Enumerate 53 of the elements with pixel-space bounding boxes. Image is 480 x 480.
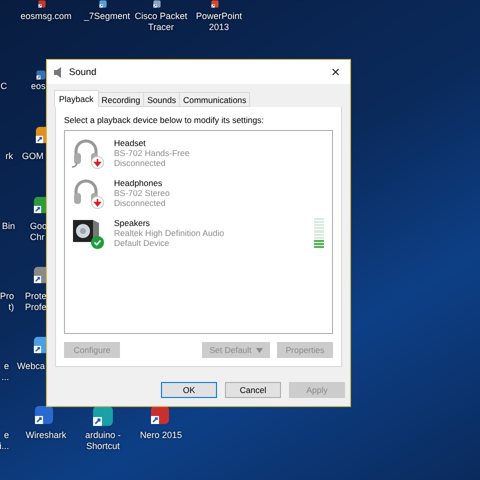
desktop-icon-label[interactable]: GOM — [22, 151, 44, 162]
tab[interactable]: Recording — [98, 92, 144, 107]
desktop-icon-label[interactable]: e — [4, 361, 9, 372]
tab[interactable]: Playback — [54, 90, 98, 107]
shortcut-icon[interactable] — [99, 0, 107, 8]
device-name[interactable]: Headset — [114, 138, 324, 148]
device-name[interactable]: Headphones — [114, 178, 324, 188]
device-status: Disconnected — [114, 198, 167, 208]
desktop-icon-label[interactable]: t) — [8, 302, 14, 313]
desktop-icon-label[interactable]: eosmsg.com — [20, 11, 72, 22]
desktop-icon-label[interactable]: Profe — [25, 302, 47, 313]
desktop-icon-label[interactable]: Pro — [0, 291, 14, 302]
tab[interactable]: Sounds — [143, 92, 180, 107]
speaker-icon — [53, 66, 63, 78]
tab[interactable]: Communications — [179, 92, 250, 107]
desktop-icon-label[interactable]: eos — [31, 81, 46, 92]
device-detail: Realtek High Definition Audio — [114, 228, 226, 238]
desktop-icon-label[interactable]: Wireshark — [26, 430, 66, 441]
shortcut-icon[interactable] — [38, 0, 46, 8]
desktop-icon-label[interactable]: ... — [1, 372, 9, 383]
shortcut-icon[interactable] — [153, 0, 161, 8]
desktop-icon-label[interactable]: e — [4, 430, 9, 441]
shortcut-icon[interactable] — [92, 405, 114, 427]
desktop-icon-label[interactable]: Shortcut — [86, 441, 120, 452]
desktop-icon-label[interactable]: 2013 — [208, 22, 230, 33]
shortcut-icon[interactable] — [211, 0, 219, 8]
device-detail: BS-702 Stereo — [114, 188, 171, 198]
shortcut-icon[interactable] — [150, 405, 170, 425]
desktop-icon-label[interactable]: Prote — [25, 291, 47, 302]
device-status: Default Device — [114, 238, 170, 248]
device-detail: BS-702 Hands-Free — [114, 148, 191, 158]
close-button[interactable]: × — [327, 64, 344, 80]
shortcut-icon[interactable] — [36, 70, 46, 80]
dialog-button[interactable]: Cancel — [225, 382, 281, 398]
device-status: Disconnected — [114, 158, 167, 168]
desktop-icon-label[interactable]: arduino - — [85, 430, 121, 441]
desktop-icon-label[interactable]: PowerPoint — [196, 11, 242, 22]
desktop-icon-label[interactable]: Chr — [30, 232, 45, 243]
desktop-icon-label[interactable]: Tracer — [148, 22, 174, 33]
dialog-button[interactable]: OK — [161, 382, 217, 398]
instruction-text: Select a playback device below to modify its settings: — [64, 115, 265, 125]
desktop-icon-label[interactable]: Cisco Packet — [134, 11, 188, 22]
window-title: Sound — [69, 66, 98, 78]
desktop-icon-label[interactable]: i... — [0, 441, 9, 452]
desktop-icon-label[interactable]: Webca — [17, 361, 45, 372]
shortcut-icon[interactable] — [34, 405, 54, 425]
desktop-icon-label[interactable]: Bin — [2, 221, 15, 232]
desktop-icon-label[interactable]: C — [0, 81, 7, 92]
desktop-icon-label[interactable]: _7Segment — [84, 11, 130, 22]
desktop-icon-label[interactable]: rk — [6, 151, 13, 162]
device-name[interactable]: Speakers — [114, 218, 304, 228]
desktop-icon-label[interactable]: Nero 2015 — [140, 430, 182, 441]
desktop-icon-label[interactable]: Goo — [30, 221, 48, 232]
